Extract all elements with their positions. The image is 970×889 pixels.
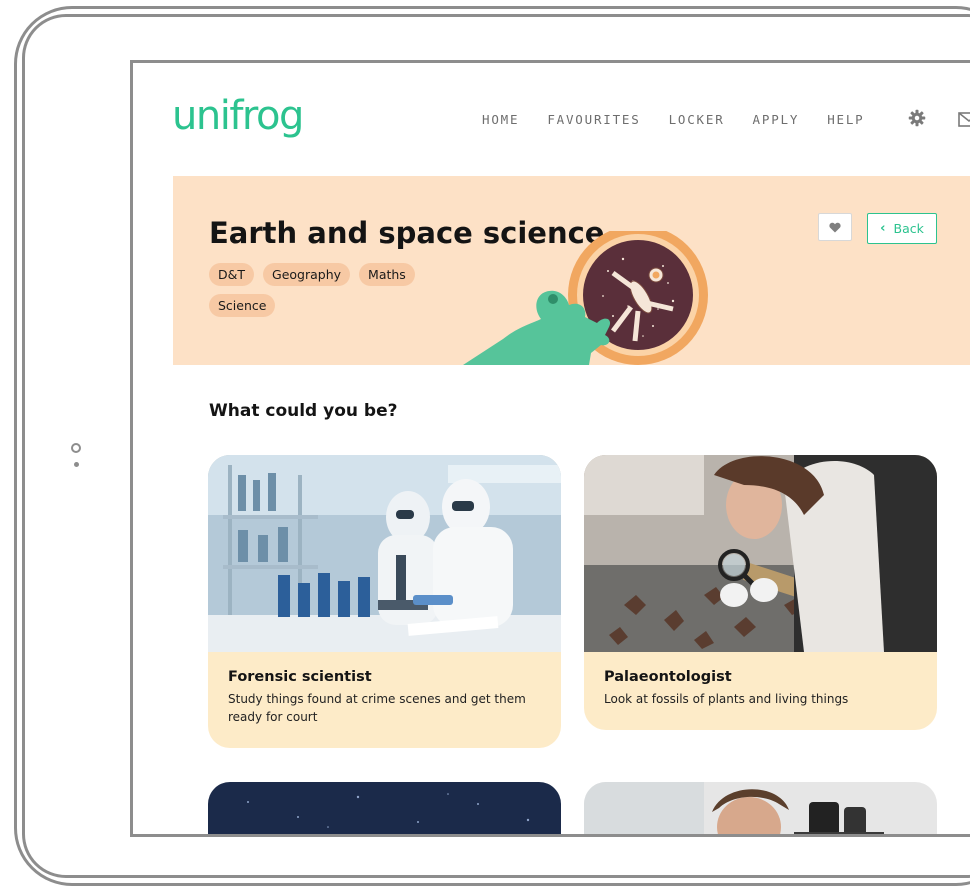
nav-apply[interactable]: APPLY [753, 112, 800, 127]
nav-home[interactable]: HOME [482, 112, 519, 127]
lab-scientists-photo [208, 455, 561, 652]
career-card-partial-1[interactable] [208, 782, 561, 834]
subject-tags: D&T Geography Maths Science [209, 263, 429, 325]
chevron-left-icon: ‹ [880, 221, 886, 236]
top-bar: unifrog HOME FAVOURITES LOCKER APPLY HEL… [133, 63, 970, 175]
tablet-screen: unifrog HOME FAVOURITES LOCKER APPLY HEL… [130, 60, 970, 837]
career-description: Study things found at crime scenes and g… [228, 692, 526, 724]
heart-icon [829, 222, 841, 232]
mail-icon[interactable] [958, 112, 970, 127]
back-button[interactable]: ‹ Back [867, 213, 937, 244]
tablet-home-button [71, 443, 81, 453]
favourite-button[interactable] [818, 213, 852, 241]
tag-dt[interactable]: D&T [209, 263, 255, 286]
nav-locker[interactable]: LOCKER [669, 112, 725, 127]
career-card-partial-2[interactable] [584, 782, 937, 834]
tag-geography[interactable]: Geography [263, 263, 351, 286]
frog-telescope-illustration [463, 231, 708, 365]
scientist-microscope-photo [584, 782, 937, 834]
tag-maths[interactable]: Maths [359, 263, 415, 286]
career-description: Look at fossils of plants and living thi… [604, 692, 849, 706]
career-card-body: Forensic scientist Study things found at… [208, 652, 561, 748]
career-card-palaeontologist[interactable]: Palaeontologist Look at fossils of plant… [584, 455, 937, 730]
gear-icon[interactable] [908, 109, 926, 127]
subject-hero: Earth and space science D&T Geography Ma… [173, 176, 970, 365]
career-card-forensic-scientist[interactable]: Forensic scientist Study things found at… [208, 455, 561, 748]
unifrog-logo[interactable]: unifrog [172, 93, 304, 139]
career-title: Forensic scientist [228, 669, 372, 685]
section-title: What could you be? [209, 401, 398, 421]
palaeontologist-photo [584, 455, 937, 652]
tablet-camera [74, 462, 79, 467]
tag-science[interactable]: Science [209, 294, 276, 317]
career-card-body: Palaeontologist Look at fossils of plant… [584, 652, 937, 730]
nav-favourites[interactable]: FAVOURITES [547, 112, 640, 127]
nav-help[interactable]: HELP [827, 112, 864, 127]
main-nav: HOME FAVOURITES LOCKER APPLY HELP [482, 112, 893, 127]
career-title: Palaeontologist [604, 669, 732, 685]
back-button-label: Back [893, 221, 924, 236]
space-photo [208, 782, 561, 834]
